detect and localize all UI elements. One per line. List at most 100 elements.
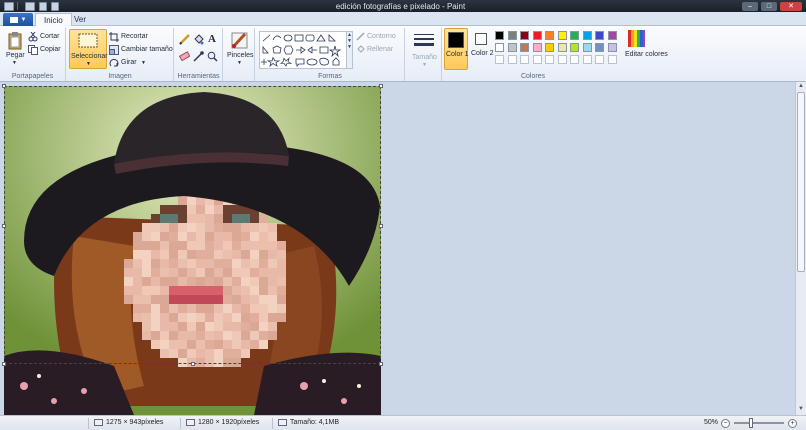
palette-swatch[interactable] <box>595 31 604 40</box>
fill-bucket-icon[interactable] <box>193 34 204 45</box>
tools-group-label: Herramientas <box>177 73 220 80</box>
canvas-workspace[interactable] <box>0 82 795 415</box>
zoom-slider-thumb[interactable] <box>749 418 753 428</box>
shapes-scroll[interactable]: ▲ ▼ ▼ <box>346 31 353 69</box>
palette-swatch[interactable] <box>582 55 592 64</box>
pixel-block <box>214 286 223 295</box>
canvas-image[interactable] <box>4 86 381 415</box>
palette-swatch[interactable] <box>557 43 567 52</box>
zoom-out-button[interactable]: − <box>721 419 730 428</box>
text-tool-icon[interactable]: A <box>208 33 216 45</box>
palette-swatch[interactable] <box>607 55 617 64</box>
status-separator <box>180 418 181 429</box>
resize-button[interactable]: Cambiar tamaño <box>109 45 173 55</box>
size-button[interactable]: Tamaño ▼ <box>408 30 440 70</box>
palette-swatch[interactable] <box>507 31 517 40</box>
copy-button[interactable]: Copiar <box>28 45 64 55</box>
color1-button[interactable]: Color 1 <box>444 28 469 70</box>
palette-swatch[interactable] <box>595 55 604 64</box>
palette-swatch[interactable] <box>570 31 579 40</box>
edit-colors-button[interactable]: Editar colores <box>623 28 668 72</box>
scroll-up-icon[interactable]: ▲ <box>797 83 805 91</box>
file-menu-button[interactable]: ▼ <box>3 13 33 26</box>
palette-swatch[interactable] <box>570 43 579 52</box>
pixel-block <box>259 295 268 304</box>
palette-swatch[interactable] <box>582 31 592 40</box>
pixel-block <box>250 241 259 250</box>
color-picker-icon[interactable] <box>193 51 204 62</box>
pixel-block <box>259 286 268 295</box>
cut-button[interactable]: Cortar <box>28 32 64 42</box>
status-bar: 1275 × 943píxeles 1280 × 1920píxeles Tam… <box>0 415 806 430</box>
vertical-scrollbar[interactable]: ▲ ▼ <box>795 82 806 415</box>
zoom-slider-track[interactable] <box>734 422 784 424</box>
close-button[interactable]: ✕ <box>780 1 802 11</box>
pixel-block <box>160 340 169 349</box>
pixel-block <box>169 277 178 286</box>
palette-swatch[interactable] <box>607 31 617 40</box>
shapes-gallery[interactable] <box>259 31 347 69</box>
pencil-icon[interactable] <box>179 34 190 45</box>
crop-button[interactable]: Recortar <box>109 32 171 42</box>
pixel-block <box>178 250 187 259</box>
pixel-block <box>205 268 214 277</box>
paste-label: Pegar <box>6 52 25 59</box>
pixel-block <box>142 223 151 232</box>
palette-swatch[interactable] <box>532 43 542 52</box>
palette-swatch[interactable] <box>545 43 554 52</box>
tab-ver[interactable]: Ver <box>66 13 94 27</box>
pixel-block <box>151 313 160 322</box>
scrollbar-thumb[interactable] <box>797 92 805 272</box>
palette-swatch[interactable] <box>495 55 504 64</box>
palette-swatch[interactable] <box>520 43 529 52</box>
palette-swatch[interactable] <box>520 55 529 64</box>
scroll-down-icon[interactable]: ▼ <box>797 406 805 414</box>
palette-swatch[interactable] <box>582 43 592 52</box>
pixel-block <box>196 286 205 295</box>
paste-button[interactable]: Pegar ▼ <box>3 30 27 68</box>
palette-swatch[interactable] <box>557 31 567 40</box>
palette-swatch[interactable] <box>607 43 617 52</box>
pixel-block <box>277 295 286 304</box>
brushes-button[interactable]: Pinceles ▼ <box>225 28 254 72</box>
pixel-block <box>160 331 169 340</box>
pixel-block <box>205 277 214 286</box>
palette-swatch[interactable] <box>532 31 542 40</box>
select-button[interactable]: Seleccionar ▼ <box>69 29 108 69</box>
pixel-block <box>223 214 232 223</box>
palette-swatch[interactable] <box>557 55 567 64</box>
palette-swatch[interactable] <box>495 31 504 40</box>
palette-swatch[interactable] <box>570 55 579 64</box>
pixel-block <box>268 259 277 268</box>
undo-icon[interactable] <box>39 1 47 11</box>
pixel-block <box>178 196 187 205</box>
palette-swatch[interactable] <box>532 55 542 64</box>
save-icon[interactable] <box>25 1 35 11</box>
palette-swatch[interactable] <box>507 43 517 52</box>
fill-button[interactable]: Rellenar <box>356 45 404 55</box>
color2-button[interactable]: Color 2 <box>470 28 494 70</box>
paint-app-icon[interactable] <box>4 1 14 11</box>
pixel-block <box>241 331 250 340</box>
pixel-block <box>241 214 250 223</box>
palette-swatch[interactable] <box>595 43 604 52</box>
palette-swatch[interactable] <box>495 43 504 52</box>
rotate-button[interactable]: Girar ▼ <box>109 58 159 68</box>
palette-swatch[interactable] <box>507 55 517 64</box>
redo-icon[interactable] <box>51 1 59 11</box>
zoom-in-button[interactable]: + <box>788 419 797 428</box>
magnifier-icon[interactable] <box>207 51 218 62</box>
pixel-block <box>169 295 178 304</box>
pixel-block <box>214 205 223 214</box>
minimize-button[interactable]: ‒ <box>742 1 758 11</box>
palette-swatch[interactable] <box>545 31 554 40</box>
brushes-label: Pinceles <box>227 52 254 59</box>
clipboard-group: Pegar ▼ Cortar Copiar Portapapeles <box>0 28 66 81</box>
outline-button[interactable]: Contorno <box>356 32 404 42</box>
palette-swatch[interactable] <box>545 55 554 64</box>
eraser-icon[interactable] <box>179 51 190 62</box>
selection-size-status: 1275 × 943píxeles <box>94 419 163 426</box>
palette-swatch[interactable] <box>520 31 529 40</box>
maximize-button[interactable]: □ <box>761 1 777 11</box>
pixel-block <box>214 322 223 331</box>
